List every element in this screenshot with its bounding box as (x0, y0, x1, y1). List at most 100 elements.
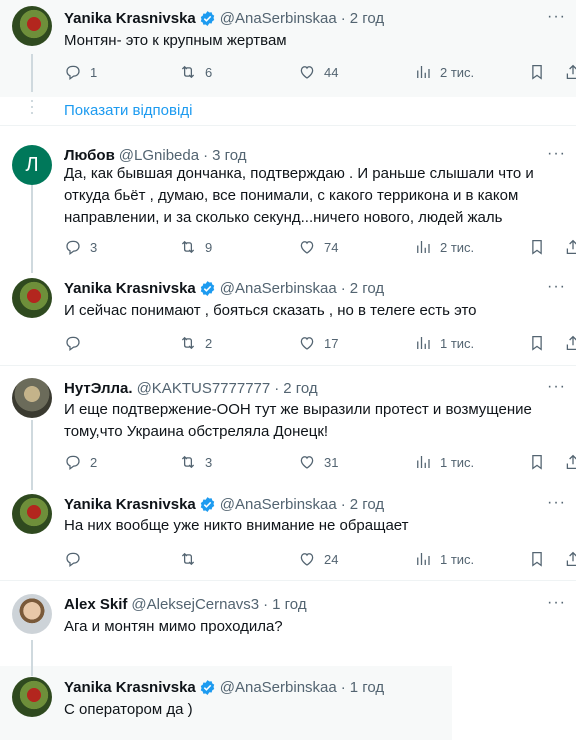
tweet[interactable]: НутЭлла. @KAKTUS7777777 · 2 год ··· И ещ… (0, 378, 576, 478)
like-icon (300, 456, 314, 469)
user-handle[interactable]: @AnaSerbinskaa (220, 496, 337, 513)
tweet-actions: 24 1 тис. (64, 549, 576, 569)
tweet[interactable]: Л Любов @LGnibeda · 3 год ··· Да, как бы… (0, 145, 576, 265)
tweet-header: Любов @LGnibeda · 3 год (64, 145, 536, 165)
verified-icon (200, 10, 214, 26)
reply-button[interactable]: 2 (64, 452, 97, 472)
avatar[interactable] (12, 278, 52, 318)
views-button[interactable]: 2 тис. (414, 237, 474, 257)
timestamp[interactable]: 2 год (283, 380, 317, 397)
timestamp[interactable]: 2 год (350, 496, 384, 513)
user-handle[interactable]: @LGnibeda (119, 147, 199, 164)
reply-icon (66, 552, 80, 568)
divider (0, 365, 576, 366)
separator-dot: · (340, 9, 346, 27)
avatar[interactable]: Л (12, 145, 52, 185)
tweet-actions: 2 17 1 тис. (64, 333, 576, 353)
verified-icon (200, 679, 214, 695)
user-handle[interactable]: @AnaSerbinskaa (220, 10, 337, 27)
separator-dot: · (340, 495, 346, 513)
more-icon[interactable]: ··· (547, 379, 566, 395)
show-replies-link[interactable]: Показати відповіді (64, 102, 192, 119)
tweet-actions: 1 6 44 2 тис. (64, 62, 576, 82)
bookmark-button[interactable] (528, 333, 554, 353)
more-icon[interactable]: ··· (547, 146, 566, 162)
share-icon (566, 335, 576, 351)
user-handle[interactable]: @AnaSerbinskaa (220, 679, 337, 696)
share-button[interactable] (564, 62, 576, 82)
user-name[interactable]: Любов (64, 147, 115, 164)
timestamp[interactable]: 2 год (350, 10, 384, 27)
share-button[interactable] (564, 333, 576, 353)
like-icon (300, 241, 314, 254)
bookmark-button[interactable] (528, 62, 554, 82)
tweet[interactable]: Yanika Krasnivska @AnaSerbinskaa · 2 год… (0, 494, 576, 574)
like-button[interactable]: 17 (298, 333, 338, 353)
timestamp[interactable]: 3 год (212, 147, 246, 164)
user-handle[interactable]: @KAKTUS7777777 (137, 380, 271, 397)
more-icon[interactable]: ··· (547, 495, 566, 511)
avatar[interactable] (12, 6, 52, 46)
share-icon (566, 454, 576, 470)
retweet-button[interactable]: 3 (179, 452, 212, 472)
views-button[interactable]: 1 тис. (414, 333, 474, 353)
separator-dot: · (340, 279, 346, 297)
like-icon (300, 553, 314, 566)
avatar[interactable] (12, 378, 52, 418)
like-button[interactable]: 74 (298, 237, 338, 257)
views-button[interactable]: 2 тис. (414, 62, 474, 82)
user-name[interactable]: Yanika Krasnivska (64, 679, 196, 696)
like-button[interactable]: 31 (298, 452, 338, 472)
views-icon (417, 337, 430, 349)
like-button[interactable]: 24 (298, 549, 338, 569)
retweet-button[interactable]: 2 (179, 333, 212, 353)
share-button[interactable] (564, 452, 576, 472)
share-button[interactable] (564, 237, 576, 257)
timestamp[interactable]: 1 год (350, 679, 384, 696)
retweet-icon (181, 336, 195, 350)
reply-button[interactable] (64, 549, 90, 569)
tweet-header: Yanika Krasnivska @AnaSerbinskaa · 2 год (64, 278, 536, 298)
retweet-button[interactable]: 6 (179, 62, 212, 82)
tweet-text: Монтян- это к крупным жертвам (64, 32, 287, 49)
more-icon[interactable]: ··· (547, 9, 566, 25)
bookmark-icon (532, 64, 542, 80)
avatar[interactable] (12, 494, 52, 534)
timestamp[interactable]: 1 год (272, 596, 306, 613)
bookmark-button[interactable] (528, 549, 554, 569)
views-icon (417, 241, 430, 253)
avatar[interactable] (12, 594, 52, 634)
views-button[interactable]: 1 тис. (414, 452, 474, 472)
separator-dot: · (263, 595, 269, 613)
share-icon (566, 239, 576, 255)
user-handle[interactable]: @AleksejCernavs3 (131, 596, 259, 613)
retweet-button[interactable] (179, 549, 205, 569)
more-icon[interactable]: ··· (547, 279, 566, 295)
more-icon[interactable]: ··· (547, 595, 566, 611)
separator-dot: · (274, 379, 280, 397)
tweet[interactable]: Yanika Krasnivska @AnaSerbinskaa · 2 год… (0, 278, 576, 358)
avatar[interactable] (12, 677, 52, 717)
retweet-icon (181, 552, 195, 566)
views-button[interactable]: 1 тис. (414, 549, 474, 569)
user-name[interactable]: НутЭлла. (64, 380, 133, 397)
user-name[interactable]: Yanika Krasnivska (64, 496, 196, 513)
tweet[interactable]: Yanika Krasnivska @AnaSerbinskaa · 1 год… (0, 677, 576, 737)
tweet[interactable]: Alex Skif @AleksejCernavs3 · 1 год ··· А… (0, 594, 576, 654)
user-name[interactable]: Alex Skif (64, 596, 127, 613)
user-name[interactable]: Yanika Krasnivska (64, 10, 196, 27)
share-icon (566, 64, 576, 80)
bookmark-button[interactable] (528, 452, 554, 472)
share-button[interactable] (564, 549, 576, 569)
user-name[interactable]: Yanika Krasnivska (64, 280, 196, 297)
user-handle[interactable]: @AnaSerbinskaa (220, 280, 337, 297)
like-button[interactable]: 44 (298, 62, 338, 82)
reply-button[interactable]: 3 (64, 237, 97, 257)
timestamp[interactable]: 2 год (350, 280, 384, 297)
bookmark-button[interactable] (528, 237, 554, 257)
reply-button[interactable] (64, 333, 90, 353)
tweet-header: Yanika Krasnivska @AnaSerbinskaa · 2 год (64, 8, 536, 28)
retweet-button[interactable]: 9 (179, 237, 212, 257)
tweet[interactable]: Yanika Krasnivska @AnaSerbinskaa · 2 год… (0, 0, 576, 97)
reply-button[interactable]: 1 (64, 62, 97, 82)
